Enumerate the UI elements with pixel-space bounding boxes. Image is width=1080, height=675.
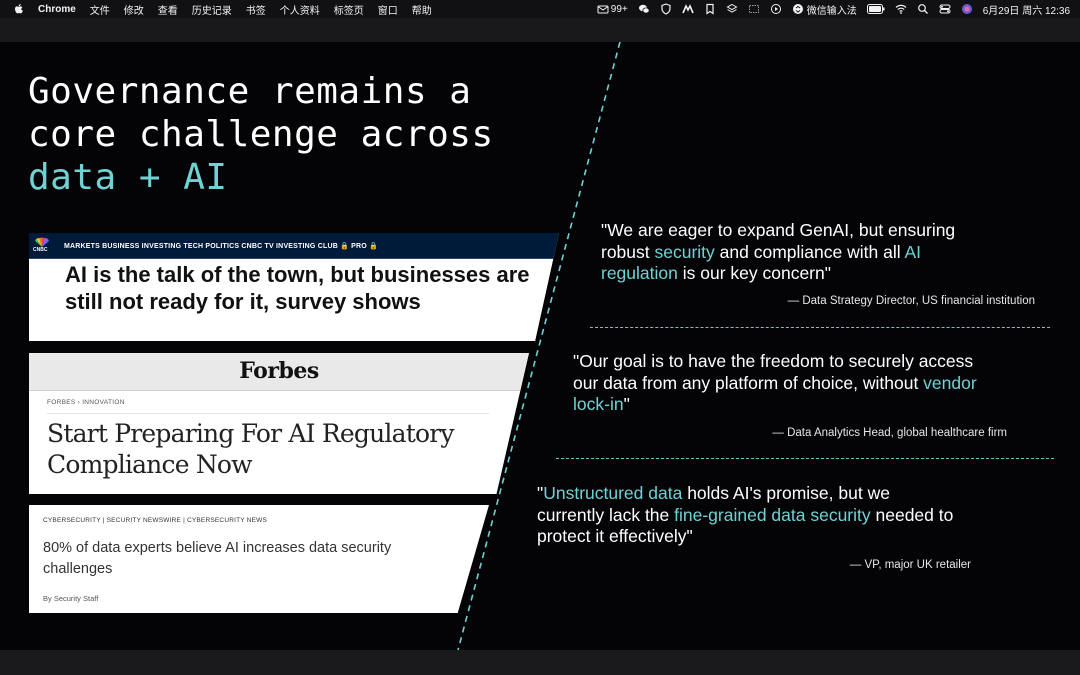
apple-icon[interactable] xyxy=(14,3,24,15)
mail-icon xyxy=(597,5,609,14)
quote-2-attribution: — Data Analytics Head, global healthcare… xyxy=(772,427,1007,439)
status-badge: 99+ xyxy=(610,3,628,15)
quote-3-attribution: — VP, major UK retailer xyxy=(849,559,971,571)
cnbc-headline: AI is the talk of the town, but business… xyxy=(65,262,530,314)
wechat-icon[interactable] xyxy=(638,3,650,15)
play-circle-icon[interactable] xyxy=(770,3,782,15)
screen-mirror-icon[interactable] xyxy=(748,3,760,15)
forbes-divider xyxy=(47,413,489,414)
quote-2: "Our goal is to have the freedom to secu… xyxy=(573,351,993,416)
menu-bookmarks[interactable]: 书签 xyxy=(246,2,266,17)
bookmark-shield-icon[interactable] xyxy=(704,3,716,15)
quote-3-highlight-2: fine-grained data security xyxy=(674,504,871,525)
shield-icon[interactable] xyxy=(660,3,672,15)
quote-separator-1 xyxy=(590,327,1050,328)
quote-separator-2 xyxy=(556,458,1054,459)
presentation-slide: Governance remains a core challenge acro… xyxy=(0,42,1080,650)
cnbc-nav-links: MARKETS BUSINESS INVESTING TECH POLITICS… xyxy=(64,242,378,250)
forbes-article-clipping: Forbes FORBES › INNOVATION Start Prepari… xyxy=(29,353,529,494)
quote-2-text-end: " xyxy=(623,394,630,414)
cnbc-article-clipping: CNBC MARKETS BUSINESS INVESTING TECH POL… xyxy=(29,233,559,341)
logo-m-icon[interactable] xyxy=(681,3,694,15)
security-article-headline: 80% of data experts believe AI increases… xyxy=(43,540,392,577)
quote-1-highlight-1: security xyxy=(654,241,715,262)
menu-view[interactable]: 查看 xyxy=(158,2,178,17)
search-icon[interactable] xyxy=(917,3,929,15)
security-article-tags: CYBERSECURITY | SECURITY NEWSWIRE | CYBE… xyxy=(43,517,268,524)
clock[interactable]: 6月29日 周六 12:36 xyxy=(983,2,1070,17)
menu-help[interactable]: 帮助 xyxy=(412,2,432,17)
window-top-band xyxy=(0,18,1080,42)
security-article-clipping: CYBERSECURITY | SECURITY NEWSWIRE | CYBE… xyxy=(29,505,489,613)
menu-history[interactable]: 历史记录 xyxy=(192,2,232,17)
security-article-byline: By Security Staff xyxy=(43,594,99,603)
menu-file[interactable]: 文件 xyxy=(90,2,110,17)
siri-icon[interactable] xyxy=(961,3,973,15)
cnbc-logo-text: CNBC xyxy=(33,247,48,253)
forbes-logo: Forbes xyxy=(239,358,319,384)
wifi-icon[interactable] xyxy=(895,3,907,15)
layers-icon[interactable] xyxy=(726,3,738,15)
window-bottom-band xyxy=(0,650,1080,675)
battery-icon[interactable] xyxy=(866,4,885,14)
forbes-headline: Start Preparing For AI Regulatory Compli… xyxy=(47,419,455,479)
menubar: Chrome 文件 修改 查看 历史记录 书签 个人资料 标签页 窗口 帮助 9… xyxy=(0,0,1080,18)
menu-tabs[interactable]: 标签页 xyxy=(334,2,364,17)
quote-1-attribution: — Data Strategy Director, US financial i… xyxy=(787,295,1035,307)
app-menu-chrome[interactable]: Chrome xyxy=(38,4,76,15)
forbes-header: Forbes xyxy=(29,353,529,391)
quote-1-text-mid: and compliance with all xyxy=(714,241,905,262)
cnbc-nav-bar: CNBC MARKETS BUSINESS INVESTING TECH POL… xyxy=(29,233,559,259)
menu-edit[interactable]: 修改 xyxy=(124,2,144,17)
quote-1-text-end: is our key concern" xyxy=(677,263,831,283)
input-method[interactable]: 微信输入法 xyxy=(792,2,857,17)
forbes-breadcrumb: FORBES › INNOVATION xyxy=(47,399,125,406)
quote-1: "We are eager to expand GenAI, but ensur… xyxy=(601,220,1001,285)
input-method-label: 微信输入法 xyxy=(806,5,857,17)
quote-3-highlight-1: Unstructured data xyxy=(543,483,683,503)
quote-3: "Unstructured data holds AI's promise, b… xyxy=(537,483,957,548)
menu-window[interactable]: 窗口 xyxy=(378,2,398,17)
control-center-icon[interactable] xyxy=(939,3,951,15)
quote-2-text: "Our goal is to have the freedom to secu… xyxy=(573,351,974,393)
cnbc-logo: CNBC xyxy=(31,237,53,254)
menu-profiles[interactable]: 个人资料 xyxy=(280,2,320,17)
input-method-icon xyxy=(792,4,803,14)
mail-status[interactable]: 99+ xyxy=(597,3,628,15)
